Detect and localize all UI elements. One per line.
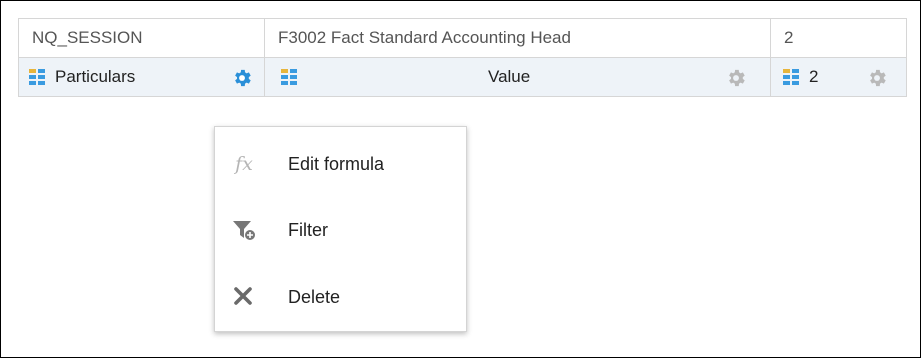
column-context-menu: fx Edit formula Filter Delete	[214, 126, 467, 332]
fx-icon: fx	[235, 153, 253, 175]
column-subheader-2[interactable]: 2	[770, 57, 907, 97]
column-header-2[interactable]: 2	[770, 18, 907, 58]
menu-item-edit-formula[interactable]: fx Edit formula	[215, 144, 466, 184]
column-subheader-particulars[interactable]: Particulars	[18, 57, 265, 97]
column-grid-icon	[29, 69, 45, 86]
column-header-f3002[interactable]: F3002 Fact Standard Accounting Head	[264, 18, 771, 58]
column-header-label: NQ_SESSION	[32, 28, 143, 47]
column-subheader-label: Value	[488, 67, 531, 86]
gear-icon[interactable]	[866, 67, 888, 89]
menu-item-filter[interactable]: Filter	[215, 210, 466, 250]
gear-icon[interactable]	[725, 67, 747, 89]
column-subheader-label: Particulars	[55, 67, 136, 86]
menu-item-delete[interactable]: Delete	[215, 277, 466, 317]
column-header-label: F3002 Fact Standard Accounting Head	[278, 28, 571, 47]
column-grid-icon	[281, 69, 297, 86]
menu-item-label: Delete	[288, 287, 341, 307]
filter-icon	[233, 221, 255, 240]
table-view-frame: NQ_SESSION Particulars F3002 Fact Standa…	[0, 0, 921, 358]
column-header-nq-session[interactable]: NQ_SESSION	[18, 18, 265, 58]
delete-icon	[234, 287, 252, 305]
menu-item-label: Edit formula	[288, 154, 385, 174]
column-subheader-label: 2	[809, 67, 819, 86]
column-subheader-value[interactable]: Value	[264, 57, 771, 97]
column-grid-icon	[783, 69, 799, 86]
column-header-label: 2	[784, 28, 794, 47]
menu-item-label: Filter	[288, 220, 328, 240]
gear-icon[interactable]	[231, 67, 253, 89]
